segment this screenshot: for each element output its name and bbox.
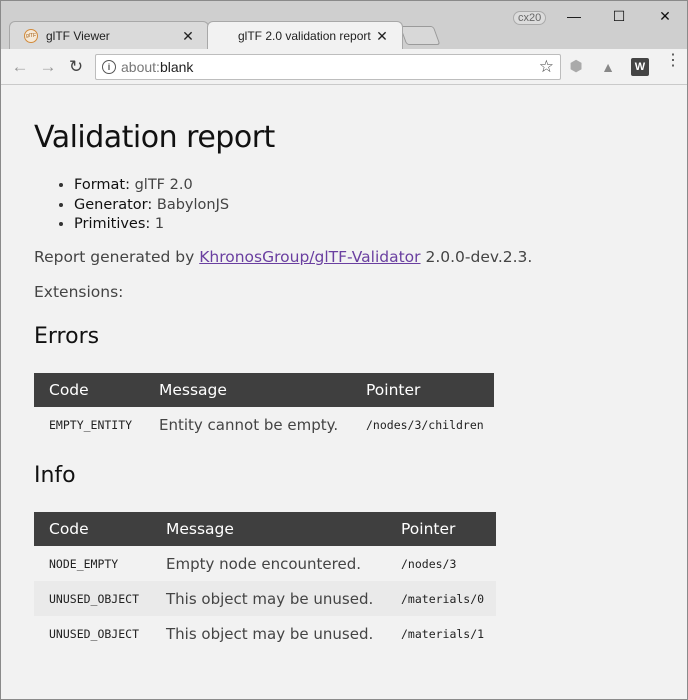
back-arrow-icon[interactable]: ← <box>9 56 31 78</box>
extension-puzzle-icon[interactable]: ⬢ <box>567 58 585 76</box>
errors-heading: Errors <box>34 324 100 349</box>
validator-link[interactable]: KhronosGroup/glTF-Validator <box>199 248 420 266</box>
meta-key: Generator: <box>74 196 153 213</box>
table-row: EMPTY_ENTITY Entity cannot be empty. /no… <box>34 407 494 442</box>
page-title: Validation report <box>34 120 275 155</box>
generated-suffix: 2.0.0-dev.2.3. <box>420 248 533 266</box>
cell-pointer: /materials/0 <box>386 581 496 616</box>
cell-pointer: /nodes/3/children <box>366 417 484 432</box>
new-tab-button[interactable] <box>399 26 441 45</box>
browser-toolbar: ← → ↻ i about:blank ☆ ⬢ ▲ W ⋮ <box>1 49 687 85</box>
column-header-message: Message <box>151 512 386 546</box>
browser-window: glTF glTF Viewer ✕ glTF 2.0 validation r… <box>0 0 688 700</box>
cell-message: Entity cannot be empty. <box>159 415 339 434</box>
close-tab-icon[interactable]: ✕ <box>180 28 196 44</box>
meta-item-generator: Generator: BabylonJS <box>74 196 229 216</box>
errors-table: Code Message Pointer EMPTY_ENTITY Entity… <box>34 373 494 442</box>
generated-by-line: Report generated by KhronosGroup/glTF-Va… <box>34 248 532 266</box>
url-text[interactable]: about:blank <box>121 59 539 75</box>
column-header-pointer: Pointer <box>386 512 496 546</box>
table-row: UNUSED_OBJECT This object may be unused.… <box>34 616 496 651</box>
close-window-icon[interactable]: ✕ <box>645 5 685 27</box>
table-row: UNUSED_OBJECT This object may be unused.… <box>34 581 496 616</box>
maximize-icon[interactable]: ☐ <box>599 5 639 27</box>
extensions-label: Extensions: <box>34 283 124 301</box>
cell-message: This object may be unused. <box>166 624 374 643</box>
cell-code: UNUSED_OBJECT <box>34 581 151 616</box>
extension-hat-icon[interactable]: ▲ <box>599 58 617 76</box>
cell-message: This object may be unused. <box>151 581 386 616</box>
meta-value: BabylonJS <box>156 196 230 213</box>
close-tab-icon[interactable]: ✕ <box>374 28 390 44</box>
meta-item-format: Format: glTF 2.0 <box>74 176 229 196</box>
column-header-message: Message <box>144 373 351 407</box>
url-host: blank <box>159 59 194 75</box>
tab-gltf-viewer[interactable]: glTF glTF Viewer ✕ <box>9 21 209 49</box>
cell-code: UNUSED_OBJECT <box>49 626 140 641</box>
title-bar: glTF glTF Viewer ✕ glTF 2.0 validation r… <box>1 1 687 49</box>
cell-message: Empty node encountered. <box>166 554 361 573</box>
table-header-row: Code Message Pointer <box>34 373 494 407</box>
info-icon[interactable]: i <box>102 60 116 74</box>
info-heading: Info <box>34 463 76 488</box>
menu-kebab-icon[interactable]: ⋮ <box>665 53 681 69</box>
meta-value: glTF 2.0 <box>134 177 193 193</box>
profile-badge[interactable]: cx20 <box>513 11 547 25</box>
meta-value: 1 <box>154 216 165 232</box>
tab-title: glTF 2.0 validation report <box>238 28 371 43</box>
table-header-row: Code Message Pointer <box>34 512 496 546</box>
cell-code: NODE_EMPTY <box>49 556 119 571</box>
tab-validation-report[interactable]: glTF 2.0 validation report ✕ <box>207 21 403 49</box>
minimize-icon[interactable]: — <box>554 5 594 27</box>
tab-title: glTF Viewer <box>46 28 110 43</box>
meta-key: Format: <box>74 177 130 193</box>
address-bar[interactable]: i about:blank ☆ <box>95 54 561 80</box>
cell-pointer: /nodes/3 <box>401 556 457 571</box>
meta-list: Format: glTF 2.0 Generator: BabylonJS Pr… <box>74 176 229 235</box>
meta-key: Primitives: <box>74 216 151 232</box>
gltf-favicon-icon: glTF <box>24 28 38 43</box>
reload-icon[interactable]: ↻ <box>65 56 87 78</box>
meta-item-primitives: Primitives: 1 <box>74 215 229 235</box>
forward-arrow-icon[interactable]: → <box>37 56 59 78</box>
generated-prefix: Report generated by <box>34 248 200 266</box>
info-table: Code Message Pointer NODE_EMPTY Empty no… <box>34 512 496 651</box>
column-header-code: Code <box>34 512 151 546</box>
table-row: NODE_EMPTY Empty node encountered. /node… <box>34 546 496 581</box>
cell-pointer: /materials/1 <box>401 626 485 641</box>
cell-code: EMPTY_ENTITY <box>49 417 133 432</box>
column-header-code: Code <box>34 373 144 407</box>
extension-w-icon[interactable]: W <box>631 58 649 76</box>
bookmark-star-icon[interactable]: ☆ <box>539 57 554 77</box>
url-scheme: about: <box>121 59 160 75</box>
column-header-pointer: Pointer <box>351 373 494 407</box>
